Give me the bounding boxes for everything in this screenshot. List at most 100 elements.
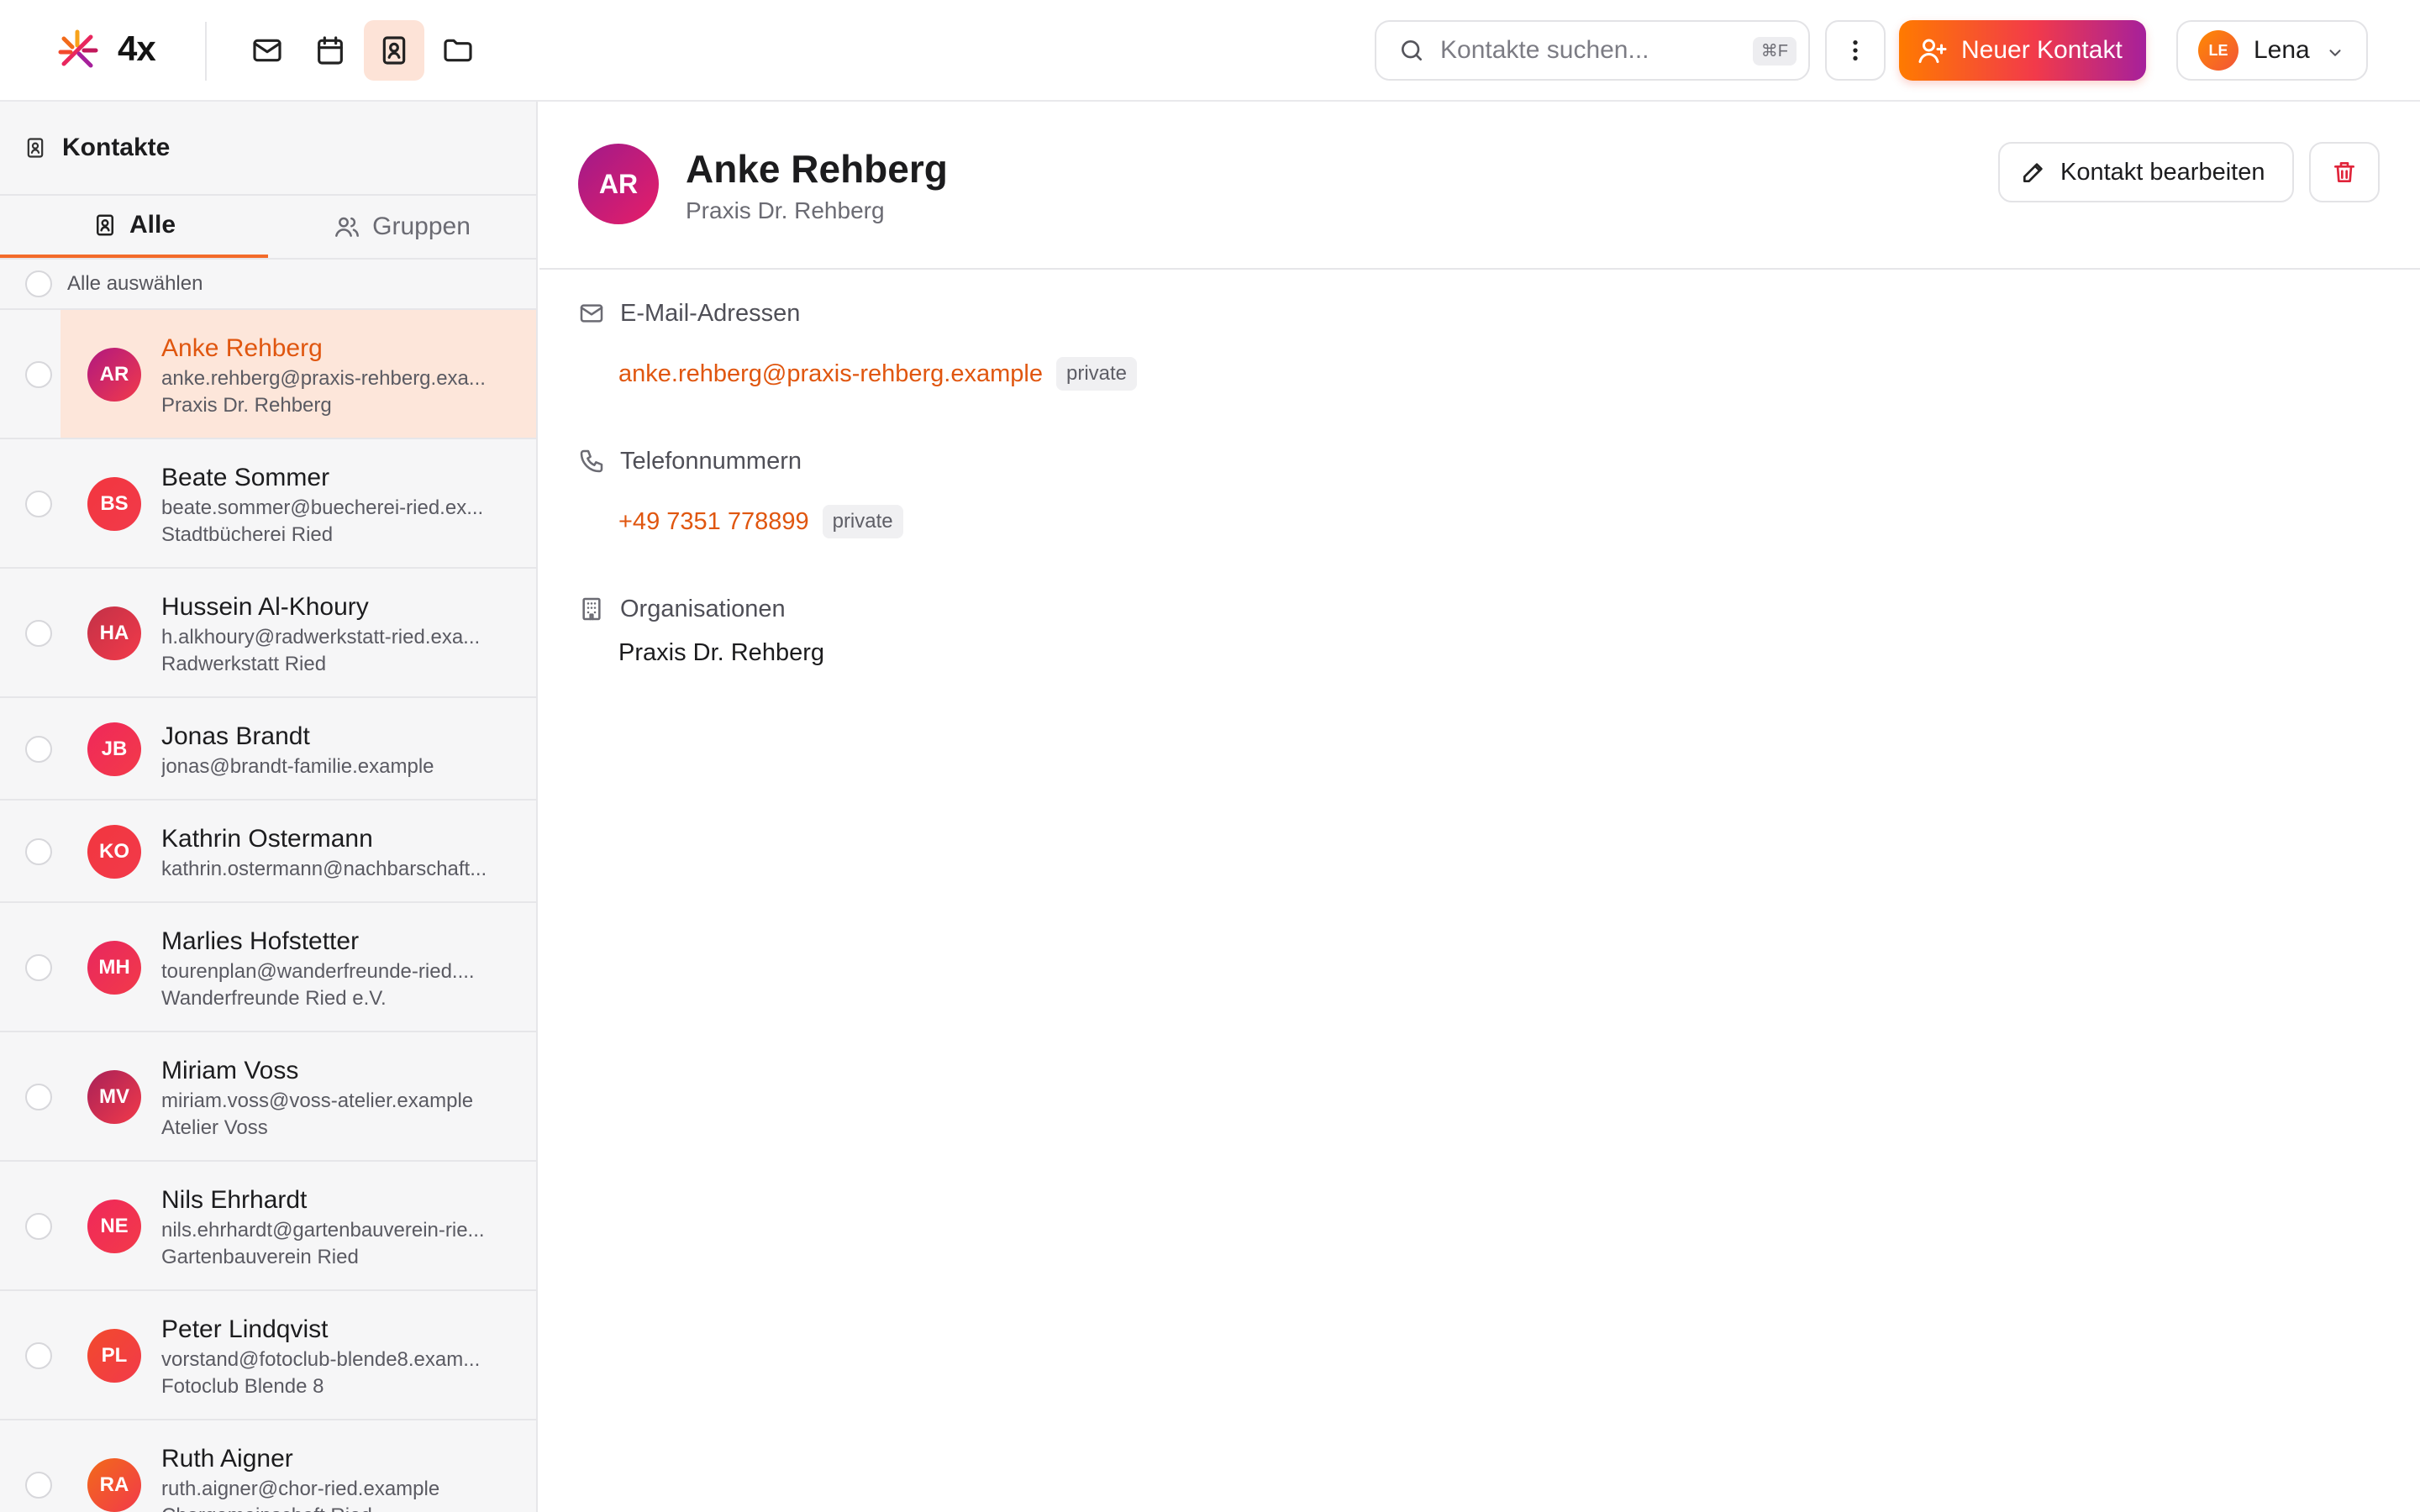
list-item[interactable]: NE Nils Ehrhardt nils.ehrhardt@gartenbauve… <box>0 1162 536 1291</box>
contact-name: Ruth Aigner <box>161 1445 293 1473</box>
contact-organization: Stadtbücherei Ried <box>161 523 334 546</box>
select-all-row[interactable]: Alle auswählen <box>0 260 536 310</box>
contact-name: Peter Lindqvist <box>161 1315 329 1343</box>
tab-label: Gruppen <box>372 213 471 240</box>
list-item[interactable]: MH Marlies Hofstetter tourenplan@wanderfre… <box>0 903 536 1032</box>
mail-icon <box>578 300 605 327</box>
tab-label: Alle <box>129 211 176 239</box>
organization-value: Praxis Dr. Rehberg <box>618 639 824 666</box>
list-item[interactable]: MV Miriam Voss miriam.voss@voss-atelier.ex… <box>0 1032 536 1162</box>
contact-text: Anke Rehberg anke.rehberg@praxis-rehberg.… <box>161 332 506 419</box>
contact-checkbox[interactable] <box>25 620 52 647</box>
phone-type-badge: private <box>822 505 903 538</box>
avatar: LE <box>2198 30 2238 71</box>
contact-checkbox[interactable] <box>25 1472 52 1499</box>
contacts-icon <box>92 213 118 238</box>
sidebar-tabs: Alle Gruppen <box>0 196 536 260</box>
email-link[interactable]: anke.rehberg@praxis-rehberg.example <box>618 360 1043 388</box>
contact-text: Jonas Brandt jonas@brandt-familie.example <box>161 720 506 780</box>
user-plus-icon <box>1918 35 1948 66</box>
users-icon <box>334 213 360 240</box>
contacts-icon <box>24 136 47 160</box>
contact-organization: Praxis Dr. Rehberg <box>686 197 885 223</box>
phone-link[interactable]: +49 7351 778899 <box>618 508 809 536</box>
contact-text: Peter Lindqvist vorstand@fotoclub-blende8… <box>161 1313 506 1400</box>
avatar: MH <box>87 941 141 995</box>
contacts-icon <box>377 34 411 67</box>
select-all-checkbox[interactable] <box>25 270 52 297</box>
contact-text: Beate Sommer beate.sommer@buecherei-ried.… <box>161 461 506 549</box>
nav-calendar-button[interactable] <box>300 20 360 81</box>
contact-email: tourenplan@wanderfreunde-ried.... <box>161 960 475 983</box>
search-placeholder: Kontakte suchen... <box>1440 36 1649 64</box>
detail-header: AR Anke Rehberg Praxis Dr. Rehberg Konta… <box>539 102 2420 270</box>
contact-checkbox[interactable] <box>25 1342 52 1369</box>
list-item[interactable]: BS Beate Sommer beate.sommer@buecherei-rie… <box>0 439 536 569</box>
contact-name: Jonas Brandt <box>161 722 310 750</box>
edit-contact-button[interactable]: Kontakt bearbeiten <box>1998 142 2294 202</box>
chevron-down-icon <box>2326 44 2344 62</box>
contact-email: beate.sommer@buecherei-ried.ex... <box>161 496 484 519</box>
email-type-badge: private <box>1055 357 1138 391</box>
contact-checkbox[interactable] <box>25 491 52 517</box>
tab-groups[interactable]: Gruppen <box>268 196 536 258</box>
contact-email: jonas@brandt-familie.example <box>161 755 434 778</box>
contact-email: h.alkhoury@radwerkstatt-ried.exa... <box>161 626 481 648</box>
list-item[interactable]: KO Kathrin Ostermann kathrin.ostermann@nac… <box>0 801 536 903</box>
contact-text: Kathrin Ostermann kathrin.ostermann@nachb… <box>161 822 506 883</box>
contact-name: Anke Rehberg <box>686 147 948 191</box>
avatar: KO <box>87 825 141 879</box>
phone-entry: +49 7351 778899 private <box>618 505 903 538</box>
more-vertical-icon <box>1842 37 1869 64</box>
avatar: JB <box>87 722 141 776</box>
contact-checkbox[interactable] <box>25 1213 52 1240</box>
avatar: NE <box>87 1200 141 1253</box>
email-section-title: E-Mail-Adressen <box>620 299 801 327</box>
contact-checkbox[interactable] <box>25 361 52 388</box>
organization-section: Organisationen <box>578 592 786 626</box>
trash-icon <box>2331 159 2358 186</box>
tab-all[interactable]: Alle <box>0 196 268 258</box>
list-item[interactable]: AR Anke Rehberg anke.rehberg@praxis-rehber… <box>0 310 536 439</box>
contact-organization: Chorgemeinschaft Ried <box>161 1503 506 1512</box>
contact-name: Nils Ehrhardt <box>161 1186 308 1214</box>
contact-checkbox[interactable] <box>25 954 52 981</box>
more-options-button[interactable] <box>1825 20 1886 81</box>
list-item[interactable]: HA Hussein Al-Khoury h.alkhoury@radwerksta… <box>0 569 536 698</box>
list-item[interactable]: RA Ruth Aigner ruth.aigner@chor-ried.examp… <box>0 1420 536 1512</box>
user-menu-button[interactable]: LE Lena <box>2176 20 2368 81</box>
app-logo-text: 4x <box>118 29 156 68</box>
nav-contacts-button[interactable] <box>364 20 424 81</box>
contact-name: Beate Sommer <box>161 464 330 491</box>
mail-icon <box>250 34 284 67</box>
avatar: RA <box>87 1458 141 1512</box>
contact-email: ruth.aigner@chor-ried.example <box>161 1478 440 1500</box>
list-item[interactable]: JB Jonas Brandt jonas@brandt-familie.examp… <box>0 698 536 801</box>
nav-mail-button[interactable] <box>237 20 297 81</box>
contact-email: vorstand@fotoclub-blende8.exam... <box>161 1348 481 1371</box>
contact-organization: Gartenbauverein Ried <box>161 1246 359 1268</box>
sidebar-header: Kontakte <box>0 102 536 196</box>
search-input[interactable]: Kontakte suchen... ⌘F <box>1375 20 1810 81</box>
avatar: MV <box>87 1070 141 1124</box>
contact-checkbox[interactable] <box>25 838 52 865</box>
contact-name: Kathrin Ostermann <box>161 825 373 853</box>
top-bar: 4x Kontakte suchen... ⌘F Neuer Kontakt L… <box>0 0 2420 102</box>
contact-checkbox[interactable] <box>25 1084 52 1110</box>
contact-checkbox[interactable] <box>25 736 52 763</box>
search-shortcut-badge: ⌘F <box>1752 37 1797 66</box>
edit-contact-label: Kontakt bearbeiten <box>2060 158 2265 186</box>
contact-name: Marlies Hofstetter <box>161 927 360 955</box>
folder-icon <box>441 34 475 67</box>
new-contact-button[interactable]: Neuer Kontakt <box>1899 20 2146 81</box>
avatar: BS <box>87 477 141 531</box>
list-item[interactable]: PL Peter Lindqvist vorstand@fotoclub-blend… <box>0 1291 536 1420</box>
pencil-icon <box>2020 159 2047 186</box>
avatar: AR <box>578 144 659 224</box>
avatar: HA <box>87 606 141 660</box>
delete-contact-button[interactable] <box>2309 142 2380 202</box>
contact-text: Marlies Hofstetter tourenplan@wanderfreun… <box>161 925 506 1012</box>
contact-name: Anke Rehberg <box>161 334 323 362</box>
contact-text: Hussein Al-Khoury h.alkhoury@radwerkstatt… <box>161 591 506 678</box>
nav-files-button[interactable] <box>428 20 488 81</box>
